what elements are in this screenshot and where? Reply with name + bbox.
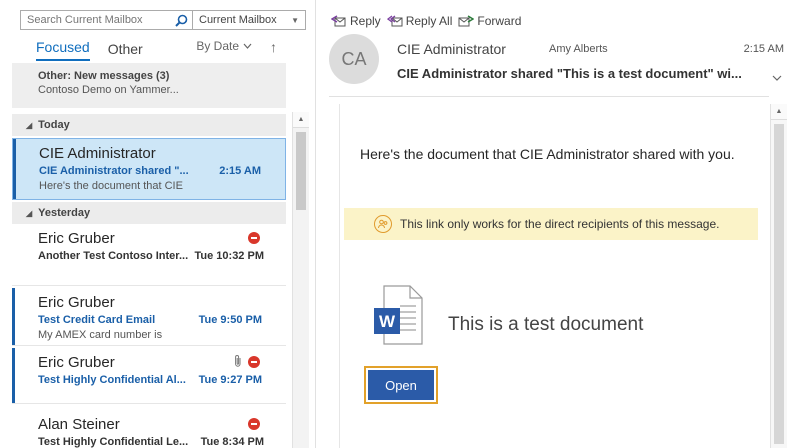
mail-time: Tue 10:32 PM xyxy=(194,250,265,262)
flag-icon[interactable] xyxy=(248,232,260,244)
notice-text: This link only works for the direct reci… xyxy=(400,217,720,231)
unread-indicator xyxy=(12,288,15,345)
mail-subject: Test Credit Card Email xyxy=(38,314,156,326)
outlook-window: Current Mailbox ▼ Focused Other By Date … xyxy=(0,0,792,448)
mail-item[interactable]: Eric Gruber Test Credit Card Email Tue 9… xyxy=(12,288,286,346)
search-input[interactable] xyxy=(21,11,193,29)
mail-time: 2:15 AM xyxy=(219,165,261,177)
sort-by-date-dropdown[interactable]: By Date xyxy=(196,39,252,53)
paperclip-icon xyxy=(234,354,242,371)
flag-icon[interactable] xyxy=(248,418,260,430)
scrollbar-thumb[interactable] xyxy=(774,124,784,444)
sort-label: By Date xyxy=(196,39,239,53)
svg-text:W: W xyxy=(379,312,396,331)
open-button-label: Open xyxy=(368,370,434,400)
group-label: Today xyxy=(38,119,70,131)
chevron-down-icon xyxy=(243,43,252,49)
group-header-today[interactable]: ◢ Today xyxy=(12,114,286,136)
reading-pane-scrollbar[interactable]: ▲ xyxy=(770,104,787,448)
expand-header-chevron-icon[interactable] xyxy=(772,74,782,85)
open-document-button[interactable]: Open xyxy=(364,366,438,404)
chevron-down-icon: ▼ xyxy=(291,15,299,25)
other-banner-subtitle: Contoso Demo on Yammer... xyxy=(38,84,179,96)
search-scope-label: Current Mailbox xyxy=(199,14,277,26)
sender-avatar: CA xyxy=(329,34,379,84)
people-share-icon xyxy=(374,215,392,233)
header-divider xyxy=(329,96,769,97)
mail-time: Tue 8:34 PM xyxy=(200,436,264,448)
search-bar: Current Mailbox ▼ xyxy=(20,10,306,30)
other-new-messages-banner[interactable]: Other: New messages (3) Contoso Demo on … xyxy=(12,63,286,108)
mail-subject: Another Test Contoso Inter... xyxy=(38,250,188,262)
group-label: Yesterday xyxy=(38,207,91,219)
mail-subject: CIE Administrator shared "... xyxy=(39,165,189,177)
document-title[interactable]: This is a test document xyxy=(448,314,643,336)
tab-other[interactable]: Other xyxy=(108,41,143,61)
mail-sender: Eric Gruber xyxy=(38,294,115,311)
mail-sender: CIE Administrator xyxy=(39,145,156,162)
tab-focused[interactable]: Focused xyxy=(36,39,90,61)
unread-indicator xyxy=(13,139,16,199)
message-subject: CIE Administrator shared "This is a test… xyxy=(397,66,742,81)
search-scope-dropdown[interactable]: Current Mailbox ▼ xyxy=(193,11,305,29)
sort-direction-arrow-icon[interactable]: ↑ xyxy=(270,39,277,55)
link-notice-banner: This link only works for the direct reci… xyxy=(344,208,758,240)
body-text: Here's the document that CIE Administrat… xyxy=(360,146,735,162)
unread-indicator xyxy=(12,348,15,403)
mail-time: Tue 9:27 PM xyxy=(198,374,262,386)
message-from[interactable]: CIE Administrator xyxy=(397,41,506,57)
flag-icon[interactable] xyxy=(248,356,260,368)
mail-sender: Eric Gruber xyxy=(38,354,115,371)
search-icon[interactable] xyxy=(171,11,193,29)
reply-icon xyxy=(331,15,346,27)
collapse-triangle-icon: ◢ xyxy=(26,208,33,218)
forward-label: Forward xyxy=(477,14,522,28)
mail-subject: Test Highly Confidential Le... xyxy=(38,436,188,448)
mail-sender: Alan Steiner xyxy=(38,416,120,433)
collapse-triangle-icon: ◢ xyxy=(26,120,33,130)
reply-all-icon xyxy=(386,15,403,27)
inbox-tabs: Focused Other By Date xyxy=(36,37,286,61)
scroll-up-arrow-icon[interactable]: ▲ xyxy=(771,104,787,120)
word-document-icon[interactable]: W xyxy=(372,284,424,346)
mail-item[interactable]: Eric Gruber Another Test Contoso Inter..… xyxy=(12,224,286,286)
mail-preview: Here's the document that CIE xyxy=(39,180,183,192)
forward-icon xyxy=(458,15,475,27)
mail-item[interactable]: Eric Gruber Test Highly Confidential Al.… xyxy=(12,348,286,404)
mail-item[interactable]: CIE Administrator CIE Administrator shar… xyxy=(12,138,286,200)
message-time: 2:15 AM xyxy=(743,43,784,55)
message-list-pane: Current Mailbox ▼ Focused Other By Date … xyxy=(0,0,316,448)
message-list-scrollbar[interactable]: ▲ xyxy=(292,112,309,448)
group-header-yesterday[interactable]: ◢ Yesterday xyxy=(12,202,286,224)
reply-button[interactable]: Reply xyxy=(331,14,381,28)
scrollbar-thumb[interactable] xyxy=(296,132,306,210)
reply-label: Reply xyxy=(350,14,381,28)
message-body: Here's the document that CIE Administrat… xyxy=(339,104,771,448)
reading-pane: Reply Reply All Forward CA CIE Administr… xyxy=(317,0,792,448)
other-banner-title: Other: New messages (3) xyxy=(38,70,170,82)
forward-button[interactable]: Forward xyxy=(458,14,521,28)
message-actions: Reply Reply All Forward xyxy=(331,14,521,28)
mail-item[interactable]: Alan Steiner Test Highly Confidential Le… xyxy=(12,410,286,448)
mail-time: Tue 9:50 PM xyxy=(198,314,262,326)
mail-sender: Eric Gruber xyxy=(38,230,115,247)
mail-preview: My AMEX card number is xyxy=(38,329,163,341)
scroll-up-arrow-icon[interactable]: ▲ xyxy=(293,112,309,128)
mail-subject: Test Highly Confidential Al... xyxy=(38,374,186,386)
reply-all-button[interactable]: Reply All xyxy=(386,14,453,28)
message-to[interactable]: Amy Alberts xyxy=(549,43,608,55)
reply-all-label: Reply All xyxy=(405,14,453,28)
